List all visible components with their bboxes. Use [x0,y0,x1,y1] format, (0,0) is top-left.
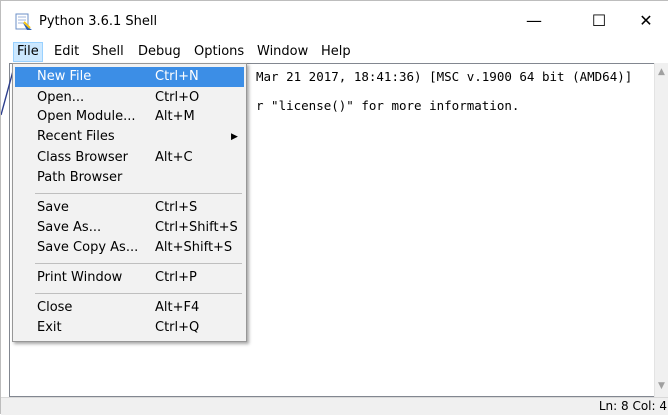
scroll-up-arrow-icon[interactable]: ▲ [658,67,665,77]
menu-item-save-copy-as[interactable]: Save Copy As... Alt+Shift+S [15,238,244,258]
menu-item-label: Close [37,300,73,315]
menu-item-open-module[interactable]: Open Module... Alt+M [15,107,244,127]
menu-item-shortcut: Ctrl+S [155,200,198,215]
title-bar: Python 3.6.1 Shell — ☐ ✕ [1,1,668,41]
menu-item-close[interactable]: Close Alt+F4 [15,298,244,318]
file-menu-dropdown: New File Ctrl+N Open... Ctrl+O Open Modu… [12,63,247,342]
menu-item-label: Print Window [37,270,123,285]
menu-bar: File Edit Shell Debug Options Window Hel… [1,41,668,63]
menu-separator [35,293,242,294]
status-bar: Ln: 8 Col: 4 [1,397,668,415]
menu-item-label: Class Browser [37,150,129,165]
menu-item-shortcut: Alt+Shift+S [155,240,233,255]
menu-item-class-browser[interactable]: Class Browser Alt+C [15,148,244,168]
menu-item-print-window[interactable]: Print Window Ctrl+P [15,268,244,288]
menu-item-path-browser[interactable]: Path Browser [15,168,244,188]
menu-item-label: Recent Files [37,129,115,144]
menu-options[interactable]: Options [191,43,247,61]
close-button[interactable]: ✕ [623,1,668,39]
menu-item-recent-files[interactable]: Recent Files ▶ [15,127,244,147]
menu-debug[interactable]: Debug [135,43,184,61]
scroll-down-arrow-icon[interactable]: ▼ [658,381,665,391]
menu-item-new-file[interactable]: New File Ctrl+N [15,67,244,87]
menu-item-shortcut: Alt+F4 [155,300,200,315]
menu-item-exit[interactable]: Exit Ctrl+Q [15,318,244,338]
shell-banner-line-2: r "license()" for more information. [256,98,520,113]
shell-banner-line-1: Mar 21 2017, 18:41:36) [MSC v.1900 64 bi… [256,69,633,84]
menu-item-open[interactable]: Open... Ctrl+O [15,88,244,108]
minimize-button[interactable]: — [511,1,557,39]
menu-item-shortcut: Ctrl+O [155,90,200,105]
menu-item-label: New File [37,69,92,84]
minimize-icon: — [526,10,542,30]
menu-item-shortcut: Alt+M [155,109,195,124]
menu-separator [35,193,242,194]
menu-help[interactable]: Help [318,43,354,61]
menu-item-save-as[interactable]: Save As... Ctrl+Shift+S [15,218,244,238]
cursor-position: Ln: 8 Col: 4 [598,399,667,413]
menu-item-shortcut: Ctrl+P [155,270,197,285]
menu-item-label: Open... [37,90,85,105]
menu-item-label: Path Browser [37,170,123,185]
menu-window[interactable]: Window [254,43,311,61]
close-icon: ✕ [639,10,653,30]
menu-shell[interactable]: Shell [89,43,127,61]
idle-shell-window: Python 3.6.1 Shell — ☐ ✕ File Edit Shell… [0,0,668,415]
menu-item-label: Open Module... [37,109,136,124]
menu-item-label: Save As... [37,220,102,235]
menu-item-label: Save [37,200,69,215]
menu-item-save[interactable]: Save Ctrl+S [15,198,244,218]
python-idle-icon [15,13,32,30]
menu-item-shortcut: Ctrl+Shift+S [155,220,238,235]
submenu-arrow-icon: ▶ [231,132,238,142]
menu-file[interactable]: File [13,42,43,62]
window-title: Python 3.6.1 Shell [39,14,158,29]
maximize-icon: ☐ [591,10,607,30]
menu-item-shortcut: Ctrl+N [155,69,199,84]
menu-item-label: Exit [37,320,62,335]
menu-separator [35,263,242,264]
maximize-button[interactable]: ☐ [576,1,622,39]
menu-item-label: Save Copy As... [37,240,139,255]
vertical-scrollbar[interactable]: ▲ ▼ [654,63,668,397]
menu-item-shortcut: Alt+C [155,150,193,165]
menu-edit[interactable]: Edit [51,43,82,61]
menu-item-shortcut: Ctrl+Q [155,320,200,335]
